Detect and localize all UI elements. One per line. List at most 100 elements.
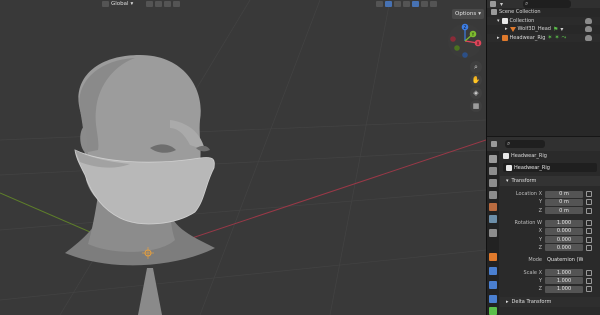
scale-x-field[interactable]: 1.000 <box>545 269 583 277</box>
camera-view-icon[interactable]: ◈ <box>470 87 482 99</box>
chevron-down-icon: ▾ <box>130 1 134 7</box>
scene-collection-icon <box>491 9 497 16</box>
tab-world-icon[interactable] <box>489 215 497 223</box>
visibility-eye-icon[interactable] <box>585 26 592 33</box>
tab-object-data-icon[interactable] <box>489 307 497 315</box>
perspective-grid-icon[interactable]: ▦ <box>470 100 482 112</box>
3d-viewport[interactable]: Global ▾ Options ▾ Z X Y ⌕ ✋ ◈ ▦ <box>0 0 486 315</box>
object-name-field[interactable]: Headwear_Rig <box>503 163 597 172</box>
tab-tool-icon[interactable] <box>489 155 497 163</box>
lock-icon[interactable] <box>586 220 592 227</box>
rotation-z-field[interactable]: 0.000 <box>545 244 583 252</box>
outliner-row-collection[interactable]: ▾ Collection <box>487 16 600 25</box>
outliner-row-scene-collection[interactable]: Scene Collection <box>487 8 600 17</box>
object-properties: Headwear_Rig Headwear_Rig ▾ Transform Lo… <box>500 151 600 315</box>
lock-icon[interactable] <box>586 244 592 251</box>
snap-icon[interactable] <box>155 1 162 7</box>
data-icon: ▾ <box>560 25 564 33</box>
transform-orientation-dropdown[interactable]: Global ▾ <box>102 0 133 8</box>
svg-text:X: X <box>477 41 480 46</box>
overlay-icon[interactable] <box>394 1 401 7</box>
proportional-icon[interactable] <box>164 1 171 7</box>
mesh-icon <box>509 26 516 32</box>
svg-text:Y: Y <box>471 32 475 37</box>
modifier-icon: ⚑ <box>552 25 559 33</box>
editor-type-icon[interactable] <box>491 141 497 147</box>
chevron-down-icon[interactable]: ▾ <box>500 1 503 8</box>
viewport-scene <box>0 0 486 315</box>
lock-icon[interactable] <box>586 191 592 198</box>
rotation-mode-row: Mode Quaternion (WX… <box>528 256 583 264</box>
solid-shading-icon[interactable] <box>412 1 419 7</box>
search-icon: ⌕ <box>507 140 511 147</box>
lock-icon[interactable] <box>586 277 592 284</box>
rotation-mode-dropdown[interactable]: Quaternion (WX… <box>545 256 583 264</box>
visibility-eye-icon[interactable] <box>585 17 592 24</box>
location-y-row: Y 0 m <box>500 198 600 206</box>
search-icon: ⌕ <box>525 0 529 7</box>
tab-modifiers-icon[interactable] <box>489 267 497 275</box>
viewport-shading-group[interactable] <box>376 0 437 8</box>
outliner-row-wolf3d-head[interactable]: ▸ Wolf3D_Head ⚑ ▾ <box>487 25 600 34</box>
outliner-row-headwear-rig[interactable]: ▸ Headwear_Rig ✶ ✶ ⤳ <box>487 33 600 42</box>
lock-icon[interactable] <box>586 286 592 293</box>
object-icon <box>503 153 509 159</box>
properties-header: ⌕ <box>487 137 600 151</box>
pivot-icon[interactable] <box>146 1 153 7</box>
location-y-field[interactable]: 0 m <box>545 198 583 206</box>
lock-icon[interactable] <box>586 228 592 235</box>
object-context-path: Headwear_Rig <box>500 151 600 161</box>
lock-icon[interactable] <box>586 199 592 206</box>
lock-icon[interactable] <box>586 236 592 243</box>
rotation-w-field[interactable]: 1.000 <box>545 219 583 227</box>
scale-y-row: Y 1.000 <box>500 277 600 285</box>
rotation-x-field[interactable]: 0.000 <box>545 227 583 235</box>
display-mode-icon[interactable] <box>490 1 496 7</box>
outliner-search-input[interactable]: ⌕ <box>523 0 572 8</box>
location-x-field[interactable]: 0 m <box>545 190 583 198</box>
visibility-eye-icon[interactable] <box>585 34 592 41</box>
lock-icon[interactable] <box>586 207 592 214</box>
tab-collection-icon[interactable] <box>489 229 497 237</box>
delta-transform-panel-header[interactable]: ▸ Delta Transform <box>500 297 600 308</box>
material-preview-icon[interactable] <box>421 1 428 7</box>
lock-icon[interactable] <box>586 269 592 276</box>
proportional-falloff-icon[interactable] <box>173 1 180 7</box>
properties-search-input[interactable]: ⌕ <box>505 140 545 148</box>
zoom-icon[interactable]: ⌕ <box>470 61 482 73</box>
collection-icon <box>501 17 508 24</box>
navigation-gizmo[interactable]: Z X Y <box>446 22 484 60</box>
rendered-shading-icon[interactable] <box>430 1 437 7</box>
rotation-y-row: Y 0.000 <box>500 235 600 244</box>
scale-y-field[interactable]: 1.000 <box>545 277 583 285</box>
expand-toggle-icon[interactable]: ▸ <box>497 35 500 41</box>
tab-render-icon[interactable] <box>489 167 497 175</box>
visibility-icon[interactable] <box>376 1 383 7</box>
pivot-snap-group[interactable] <box>146 0 180 8</box>
options-dropdown[interactable]: Options ▾ <box>452 9 484 19</box>
armature-data-icon: ✶ <box>547 34 553 42</box>
transform-panel-header[interactable]: ▾ Transform <box>500 176 600 186</box>
properties-editor: ⌕ Headwear_Rig Headwear_Rig ▾ Transform … <box>487 137 600 315</box>
svg-text:Z: Z <box>464 25 467 30</box>
right-editors: ▾ ⌕ Scene Collection ▾ Collection ▸ Wolf… <box>486 0 600 315</box>
expand-toggle-icon[interactable]: ▸ <box>505 26 508 32</box>
bone-icon: ⤳ <box>561 33 567 41</box>
gizmo-toggle-icon[interactable] <box>385 1 392 7</box>
chevron-down-icon: ▾ <box>478 11 481 17</box>
expand-toggle-icon[interactable]: ▾ <box>497 18 500 24</box>
location-z-field[interactable]: 0 m <box>545 207 583 215</box>
tab-object-icon[interactable] <box>489 253 497 261</box>
tab-view-layer-icon[interactable] <box>489 191 497 199</box>
tab-scene-icon[interactable] <box>489 203 497 211</box>
rotation-y-field[interactable]: 0.000 <box>545 236 583 244</box>
tab-output-icon[interactable] <box>489 179 497 187</box>
scale-z-field[interactable]: 1.000 <box>545 285 583 293</box>
rotation-x-row: X 0.000 <box>500 227 600 235</box>
pan-hand-icon[interactable]: ✋ <box>470 74 482 86</box>
xray-icon[interactable] <box>403 1 410 7</box>
pose-icon: ✶ <box>554 34 560 42</box>
tab-constraints-icon[interactable] <box>489 295 497 303</box>
tab-physics-icon[interactable] <box>489 281 497 289</box>
location-x-row: Location X 0 m <box>500 190 600 198</box>
